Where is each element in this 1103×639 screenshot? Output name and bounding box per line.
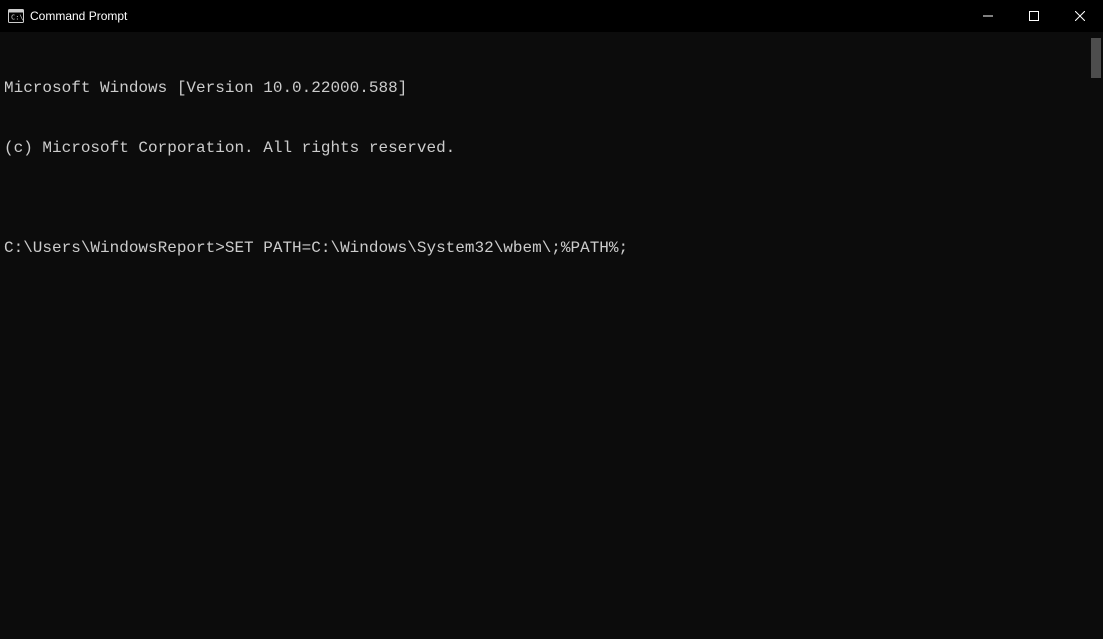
scrollbar-thumb[interactable] [1091,38,1101,78]
titlebar[interactable]: C:\ Command Prompt [0,0,1103,32]
prompt-text: C:\Users\WindowsReport> [4,239,225,257]
svg-text:C:\: C:\ [11,14,24,22]
close-button[interactable] [1057,0,1103,32]
terminal-line: (c) Microsoft Corporation. All rights re… [4,138,1085,158]
terminal-content[interactable]: Microsoft Windows [Version 10.0.22000.58… [0,32,1089,639]
window-title: Command Prompt [30,9,127,23]
cmd-icon: C:\ [8,8,24,24]
window-controls [965,0,1103,32]
titlebar-left: C:\ Command Prompt [8,8,127,24]
terminal-body: Microsoft Windows [Version 10.0.22000.58… [0,32,1103,639]
command-text: SET PATH=C:\Windows\System32\wbem\;%PATH… [225,239,628,257]
prompt-line: C:\Users\WindowsReport>SET PATH=C:\Windo… [4,238,1085,258]
scrollbar-track[interactable] [1089,32,1103,639]
terminal-line: Microsoft Windows [Version 10.0.22000.58… [4,78,1085,98]
minimize-button[interactable] [965,0,1011,32]
maximize-button[interactable] [1011,0,1057,32]
